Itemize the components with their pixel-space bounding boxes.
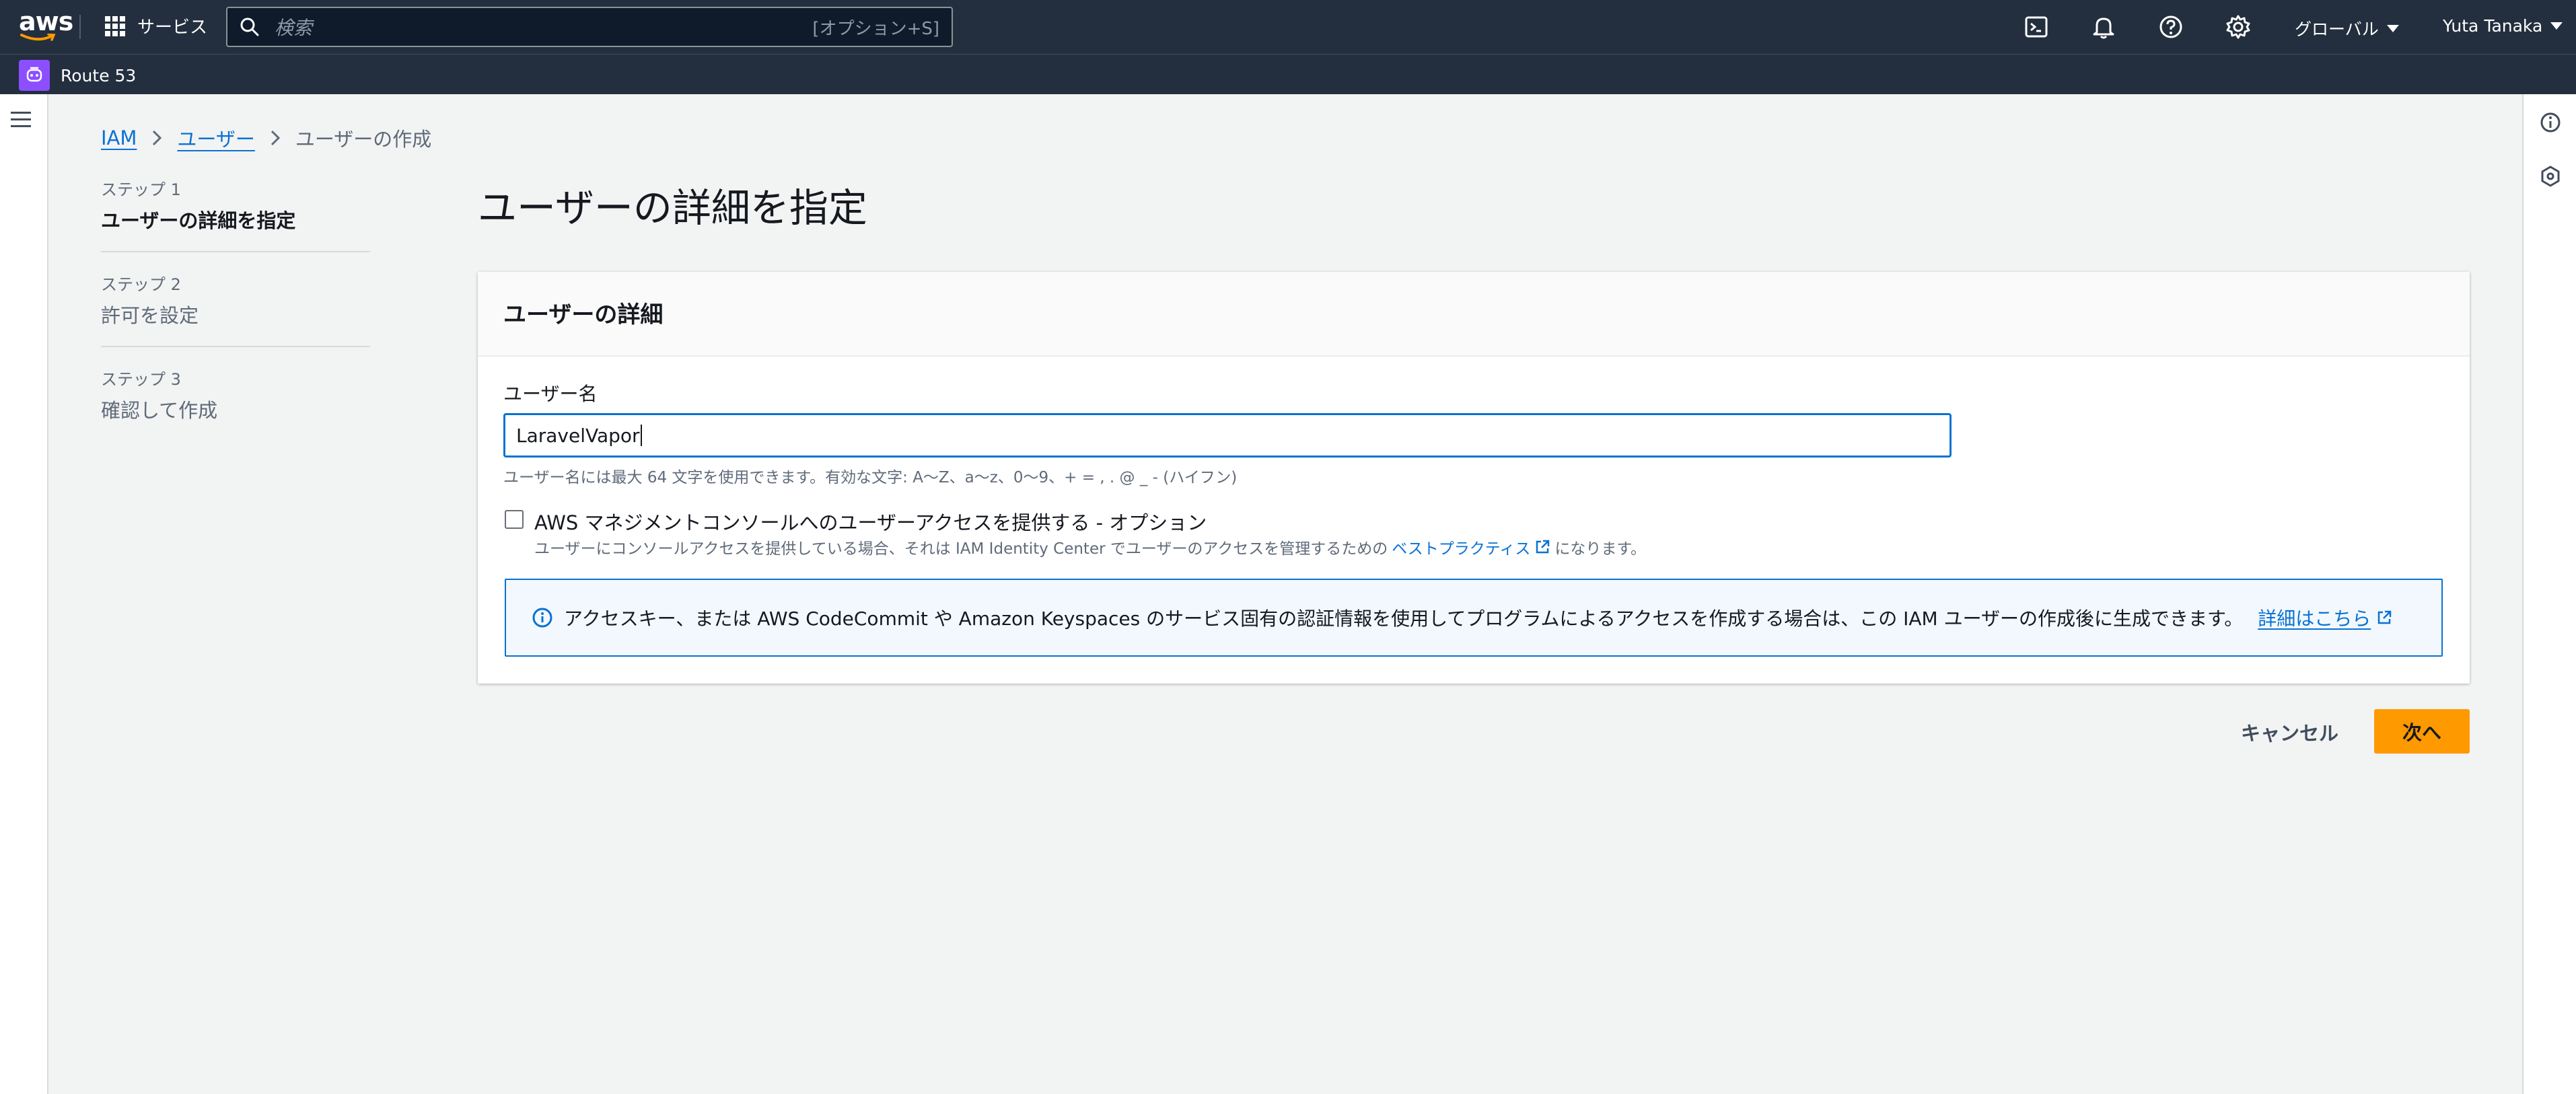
step-name: 確認して作成	[101, 399, 218, 422]
user-name: Yuta Tanaka	[2443, 16, 2543, 36]
search-placeholder: 検索	[275, 17, 313, 39]
username-input[interactable]: LaravelVapor	[503, 413, 1952, 458]
info-icon	[532, 608, 552, 628]
user-details-container: ユーザーの詳細 ユーザー名 LaravelVapor ユーザー名には最大 64 …	[478, 272, 2470, 684]
external-link-icon	[2378, 610, 2392, 624]
console-access-desc-before: ユーザーにコンソールアクセスを提供している場合、それは IAM Identity…	[534, 540, 1388, 558]
learn-more-link-label: 詳細はこちら	[2258, 608, 2371, 630]
info-alert-text: アクセスキー、または AWS CodeCommit や Amazon Keysp…	[564, 608, 2244, 630]
best-practices-link-label: ベストプラクティス	[1392, 540, 1531, 558]
external-link-icon	[1536, 540, 1550, 554]
cancel-button[interactable]: キャンセル	[2234, 710, 2345, 754]
bell-icon[interactable]	[2090, 13, 2117, 40]
cloudshell-icon[interactable]	[2023, 13, 2050, 40]
wizard-step-2: ステップ 2 許可を設定	[101, 271, 370, 347]
console-access-description: ユーザーにコンソールアクセスを提供している場合、それは IAM Identity…	[534, 536, 1646, 558]
tools-hexagon-icon[interactable]	[2538, 164, 2563, 188]
caret-down-icon	[2386, 24, 2399, 32]
breadcrumb-current: ユーザーの作成	[295, 128, 432, 151]
wizard-steps: ステップ 1 ユーザーの詳細を指定 ステップ 2 許可を設定 ステップ 3 確認…	[101, 176, 370, 460]
gear-icon[interactable]	[2225, 13, 2252, 40]
caret-down-icon	[2550, 22, 2563, 30]
learn-more-link[interactable]: 詳細はこちら	[2258, 604, 2392, 631]
step-number: ステップ 2	[101, 275, 181, 294]
page-title: ユーザーの詳細を指定	[478, 185, 867, 231]
step-number: ステップ 1	[101, 180, 181, 199]
search-icon	[240, 17, 259, 36]
right-tools-rail	[2522, 94, 2576, 1094]
chevron-right-icon	[271, 130, 280, 146]
breadcrumb: IAM ユーザー ユーザーの作成	[101, 124, 431, 152]
left-navigation-rail	[0, 94, 48, 1094]
wizard-step-1: ステップ 1 ユーザーの詳細を指定	[101, 176, 370, 252]
nav-divider	[79, 15, 81, 39]
info-alert: アクセスキー、または AWS CodeCommit や Amazon Keysp…	[505, 579, 2443, 657]
services-label: サービス	[137, 17, 208, 38]
info-panel-icon[interactable]	[2538, 110, 2563, 135]
console-access-label[interactable]: AWS マネジメントコンソールへのユーザーアクセスを提供する - オプション	[534, 507, 1207, 536]
aws-smile-icon	[20, 34, 56, 41]
user-menu[interactable]: Yuta Tanaka	[2443, 16, 2563, 36]
aws-logo-text: aws	[19, 7, 73, 36]
services-menu-button[interactable]: サービス	[105, 13, 207, 38]
aws-logo[interactable]: aws	[19, 7, 73, 42]
username-label: ユーザー名	[503, 383, 598, 405]
help-icon[interactable]	[2157, 13, 2184, 40]
top-navigation: aws サービス 検索 [オプション+S] グローバル Yuta Tanaka	[0, 0, 2576, 54]
console-access-desc-after: になります。	[1554, 540, 1647, 558]
route53-shortcut[interactable]: Route 53	[19, 60, 136, 91]
chevron-right-icon	[153, 130, 162, 146]
console-access-checkbox[interactable]	[505, 510, 524, 529]
region-label: グローバル	[2295, 20, 2379, 39]
search-shortcut: [オプション+S]	[812, 18, 939, 39]
username-value: LaravelVapor	[516, 424, 640, 447]
step-name: 許可を設定	[101, 304, 199, 327]
service-name: Route 53	[61, 65, 137, 85]
container-title: ユーザーの詳細	[503, 301, 664, 328]
best-practices-link[interactable]: ベストプラクティス	[1392, 536, 1550, 558]
search-input[interactable]: 検索 [オプション+S]	[226, 7, 953, 47]
wizard-step-3: ステップ 3 確認して作成	[101, 366, 370, 441]
menu-icon[interactable]	[11, 112, 31, 128]
step-name: ユーザーの詳細を指定	[101, 209, 296, 232]
text-cursor	[640, 425, 642, 446]
services-grid-icon	[105, 15, 125, 36]
breadcrumb-users[interactable]: ユーザー	[177, 124, 254, 152]
next-button[interactable]: 次へ	[2374, 709, 2470, 754]
service-bar: Route 53	[0, 54, 2576, 94]
step-number: ステップ 3	[101, 370, 181, 389]
region-selector[interactable]: グローバル	[2295, 16, 2399, 40]
breadcrumb-iam[interactable]: IAM	[101, 126, 137, 149]
username-constraint-text: ユーザー名には最大 64 文字を使用できます。有効な文字: A〜Z、a〜z、0〜…	[503, 469, 1238, 486]
container-header: ユーザーの詳細	[478, 272, 2470, 357]
route53-icon	[19, 60, 50, 91]
